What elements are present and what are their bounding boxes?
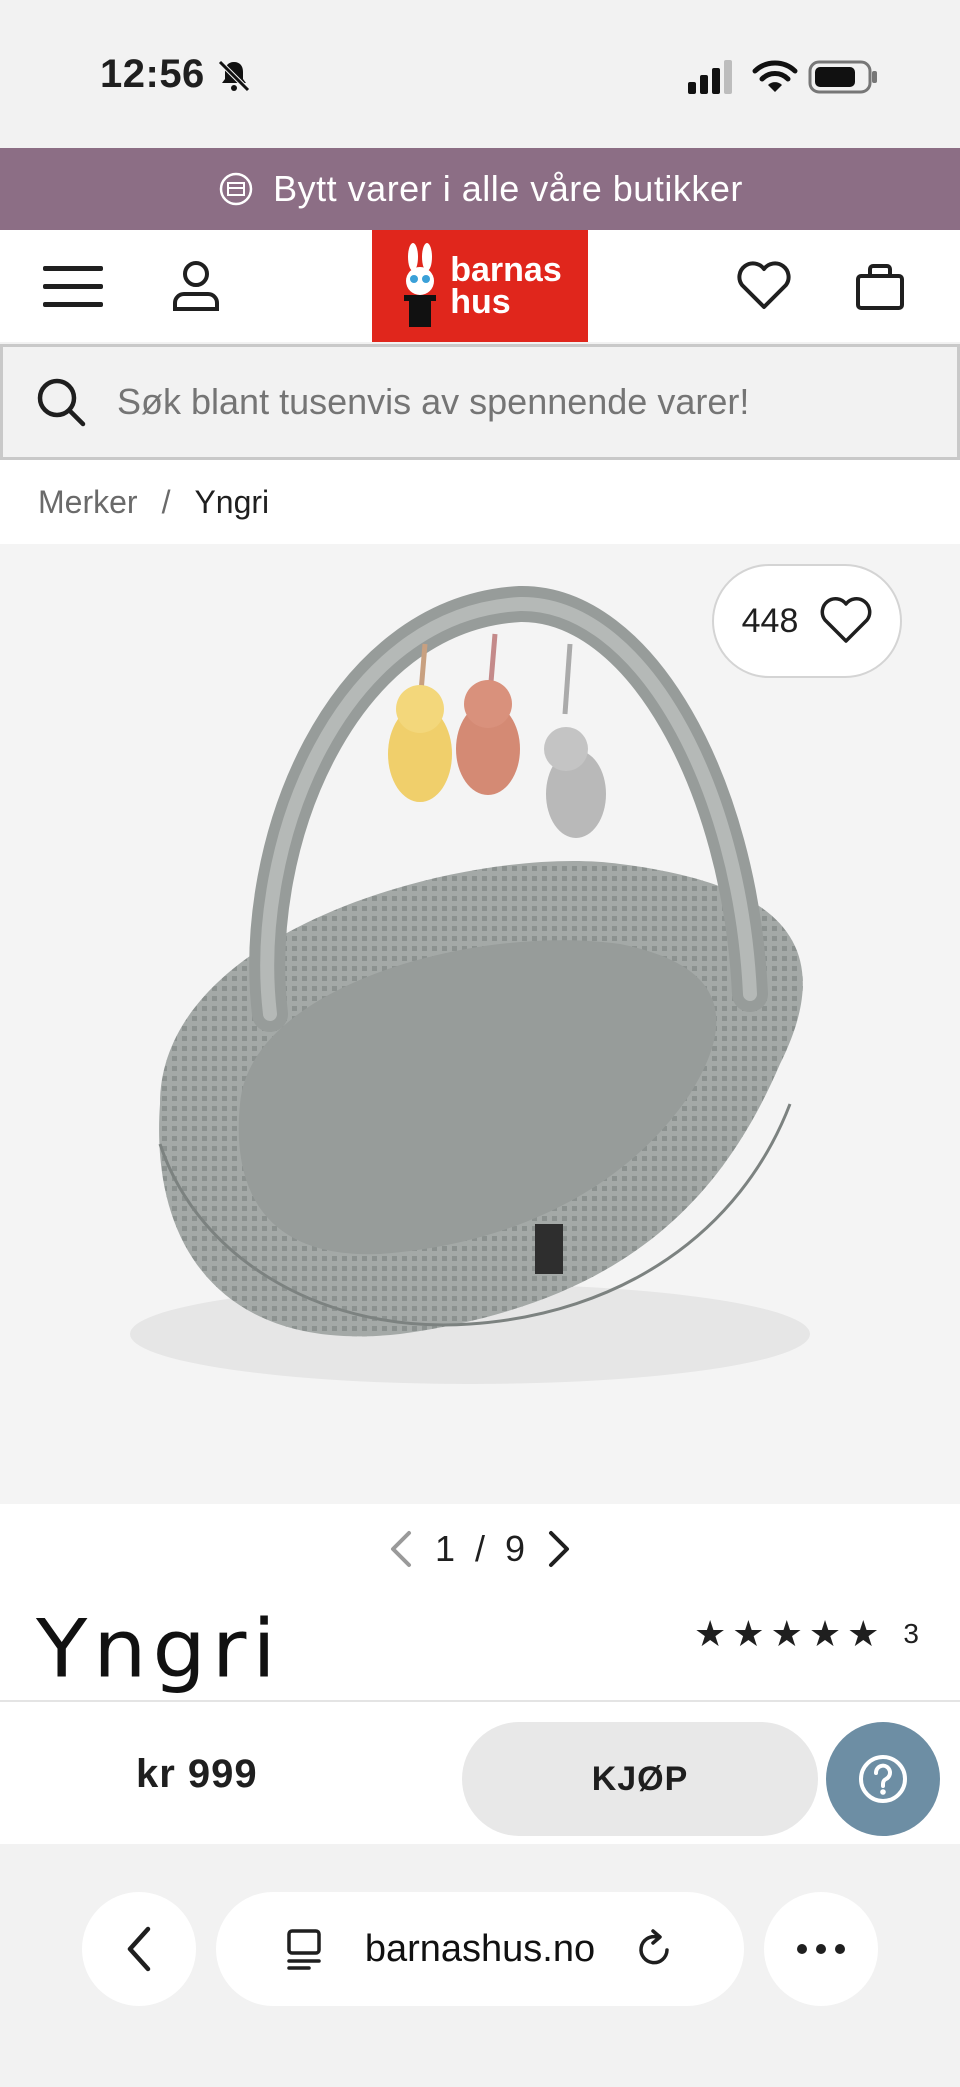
product-price: kr 999 [136, 1752, 258, 1796]
logo-text-line1: barnas [450, 251, 562, 289]
chevron-left-icon [127, 1926, 151, 1972]
address-bar[interactable]: barnashus.no [216, 1892, 744, 2006]
breadcrumb-current[interactable]: Yngri [194, 484, 269, 521]
baby-nest-illustration [130, 585, 810, 1384]
buy-button[interactable]: KJØP [462, 1722, 818, 1836]
pager-current: 1 [434, 1528, 455, 1569]
rabbit-logo-icon [404, 243, 437, 327]
more-button[interactable] [764, 1892, 878, 2006]
heart-icon [820, 597, 872, 643]
browser-toolbar: barnashus.no [0, 1844, 960, 2087]
cellular-signal-icon [688, 60, 732, 94]
help-button[interactable] [826, 1722, 940, 1836]
more-dots-icon [797, 1944, 845, 1954]
chevron-left-icon[interactable] [387, 1529, 415, 1569]
url-text: barnashus.no [364, 1927, 596, 1970]
account-button[interactable] [164, 256, 228, 316]
wifi-icon [752, 60, 798, 92]
hamburger-icon [43, 266, 103, 307]
breadcrumb: Merker / Yngri [0, 460, 960, 544]
wishlist-button[interactable] [732, 256, 796, 316]
shopping-bag-icon [856, 264, 904, 310]
pager-total: 9 [505, 1528, 526, 1569]
search-input[interactable] [117, 381, 897, 423]
wishlist-count-button[interactable]: 448 [712, 564, 902, 678]
brand-logo[interactable]: Yngri [36, 1602, 282, 1695]
rating-count: 3 [903, 1618, 919, 1649]
breadcrumb-separator: / [161, 483, 171, 520]
question-mark-icon [859, 1755, 907, 1803]
product-image[interactable] [0, 544, 960, 1504]
search-icon [37, 378, 86, 427]
exchange-icon [219, 172, 253, 206]
wishlist-count: 448 [741, 601, 799, 640]
image-pager: 1 / 9 [0, 1528, 960, 1570]
star-icon: ★ [808, 1613, 842, 1654]
buy-bar: kr 999 KJØP [0, 1700, 960, 1844]
heart-icon [737, 261, 791, 309]
status-time: 12:56 [100, 52, 205, 96]
menu-button[interactable] [42, 256, 106, 316]
back-button[interactable] [82, 1892, 196, 2006]
user-icon [173, 261, 219, 311]
star-icon: ★ [770, 1613, 803, 1654]
site-logo[interactable]: barnas hus [372, 230, 588, 342]
bell-muted-icon [218, 60, 250, 92]
star-icon: ★ [847, 1613, 880, 1654]
reload-icon[interactable] [635, 1928, 675, 1970]
star-icon: ★ [732, 1613, 765, 1654]
page-menu-icon[interactable] [285, 1927, 325, 1971]
logo-text-line2: hus [450, 283, 511, 321]
search-bar[interactable] [0, 344, 960, 460]
promo-text: Bytt varer i alle våre butikker [273, 168, 743, 209]
product-info: 1 / 9 Yngri ★ ★ ★ ★ ★ 3 [0, 1504, 960, 1700]
cart-button[interactable] [848, 256, 912, 316]
star-icon: ★ [694, 1613, 727, 1654]
breadcrumb-link-merker[interactable]: Merker [38, 484, 138, 521]
product-rating[interactable]: ★ ★ ★ ★ ★ 3 [694, 1614, 919, 1654]
status-bar: 12:56 [0, 0, 960, 148]
pager-separator: / [474, 1528, 485, 1569]
promo-banner[interactable]: Bytt varer i alle våre butikker [0, 148, 960, 230]
battery-icon [808, 60, 877, 94]
chevron-right-icon[interactable] [545, 1529, 573, 1569]
